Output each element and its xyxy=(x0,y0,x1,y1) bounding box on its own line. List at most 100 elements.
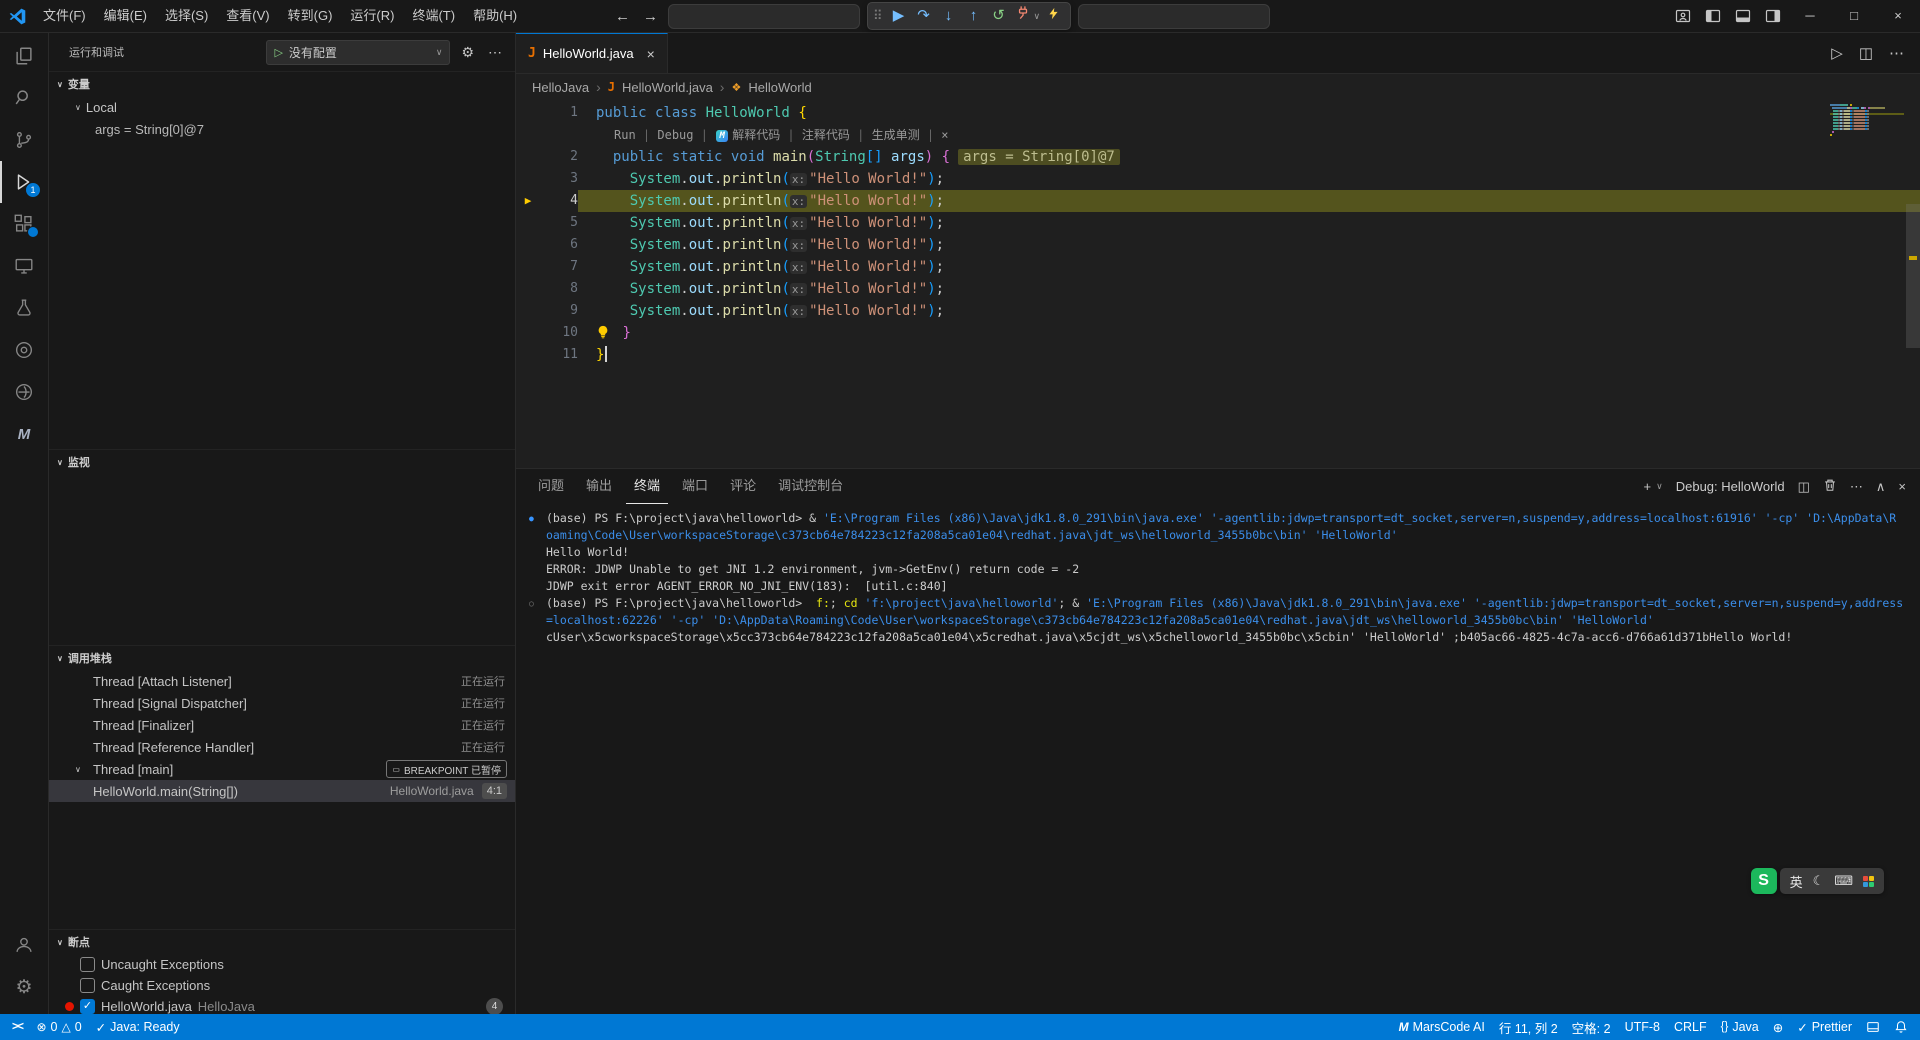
nav-forward-icon[interactable]: → xyxy=(640,8,661,25)
stack-frame[interactable]: HelloWorld.main(String[])HelloWorld.java… xyxy=(49,780,515,802)
variables-header[interactable]: ∨ 变量 xyxy=(49,71,515,96)
gutter-glyph-margin[interactable] xyxy=(516,168,540,190)
settings-gear-icon[interactable]: ⚙ xyxy=(0,966,48,1008)
breadcrumb-project[interactable]: HelloJava xyxy=(532,80,589,95)
code-text[interactable]: } xyxy=(578,344,1920,366)
code-text[interactable]: public class HelloWorld { xyxy=(578,102,1920,124)
menu-item[interactable]: 终端(T) xyxy=(403,0,464,32)
code-text[interactable]: System.out.println(x:"Hello World!"); xyxy=(578,256,1920,278)
drag-grip-icon[interactable]: ⠿ xyxy=(873,8,883,24)
breakpoint-checkbox[interactable] xyxy=(80,978,95,993)
breakpoint-row[interactable]: Uncaught Exceptions xyxy=(49,954,515,975)
breadcrumb-symbol[interactable]: HelloWorld xyxy=(748,80,811,95)
scrollbar-thumb[interactable] xyxy=(1906,204,1920,348)
split-editor-icon[interactable]: ◫ xyxy=(1859,44,1873,62)
status-cursor-position[interactable]: 行 11, 列 2 xyxy=(1492,1014,1565,1040)
ime-keyboard-icon[interactable]: ⌨ xyxy=(1834,873,1853,889)
minimap[interactable] xyxy=(1830,104,1904,137)
codelens-item[interactable]: Run xyxy=(614,128,636,142)
current-frame-arrow-icon[interactable]: ▶ xyxy=(516,190,540,212)
command-decoration-icon[interactable]: ● xyxy=(529,510,534,527)
activity-testing[interactable] xyxy=(0,287,48,329)
active-terminal-name[interactable]: Debug: HelloWorld xyxy=(1676,479,1785,494)
panel-tab[interactable]: 评论 xyxy=(722,469,764,504)
code-text[interactable]: System.out.println(x:"Hello World!"); xyxy=(578,278,1920,300)
breakpoint-checkbox[interactable] xyxy=(80,957,95,972)
panel-more-icon[interactable]: ⋯ xyxy=(1850,479,1863,495)
ime-night-mode-icon[interactable]: ☾ xyxy=(1813,873,1825,889)
code-text[interactable]: System.out.println(x:"Hello World!"); xyxy=(578,300,1920,322)
breakpoint-checkbox[interactable]: ✓ xyxy=(80,999,95,1014)
menu-item[interactable]: 转到(G) xyxy=(279,0,342,32)
terminal-profile-caret-icon[interactable]: ∨ xyxy=(1656,481,1663,492)
toggle-sidebar-icon[interactable] xyxy=(1698,0,1728,32)
nav-back-icon[interactable]: ← xyxy=(612,8,633,25)
sidebar-more-icon[interactable]: ⋯ xyxy=(485,44,505,61)
kill-terminal-icon[interactable] xyxy=(1823,478,1837,495)
close-panel-icon[interactable]: × xyxy=(1898,479,1906,494)
status-language[interactable]: {}Java xyxy=(1714,1014,1766,1040)
toggle-secondary-sidebar-icon[interactable] xyxy=(1758,0,1788,32)
gutter-glyph-margin[interactable] xyxy=(516,124,540,146)
panel-tab[interactable]: 终端 xyxy=(626,469,668,504)
split-terminal-icon[interactable]: ◫ xyxy=(1798,479,1810,495)
status-eol[interactable]: CRLF xyxy=(1667,1014,1714,1040)
activity-remote-explorer[interactable] xyxy=(0,245,48,287)
menu-item[interactable]: 编辑(E) xyxy=(95,0,156,32)
editor-scrollbar[interactable] xyxy=(1906,100,1920,468)
status-java-status[interactable]: ✓Java: Ready xyxy=(89,1014,187,1040)
profile-icon[interactable] xyxy=(1668,0,1698,32)
gutter-glyph-margin[interactable] xyxy=(516,234,540,256)
toggle-panel-icon[interactable] xyxy=(1728,0,1758,32)
panel-tab[interactable]: 端口 xyxy=(674,469,716,504)
gutter-glyph-margin[interactable] xyxy=(516,322,540,344)
debug-step-over-button[interactable]: ↷ xyxy=(912,4,936,28)
codelens-item[interactable]: 解释代码 xyxy=(732,128,780,142)
debug-restart-button[interactable]: ↺ xyxy=(987,4,1011,28)
menu-item[interactable]: 查看(V) xyxy=(217,0,278,32)
menu-item[interactable]: 文件(F) xyxy=(34,0,95,32)
gutter-glyph-margin[interactable] xyxy=(516,256,540,278)
callstack-header[interactable]: ∨ 调用堆栈 xyxy=(49,645,515,670)
codelens-item[interactable]: Debug xyxy=(657,128,693,142)
ime-language-toggle[interactable]: 英 xyxy=(1790,872,1803,891)
menu-item[interactable]: 运行(R) xyxy=(341,0,403,32)
gutter-glyph-margin[interactable] xyxy=(516,344,540,366)
maximize-button[interactable]: □ xyxy=(1832,0,1876,32)
thread-row[interactable]: Thread [Signal Dispatcher]正在运行 xyxy=(49,692,515,714)
activity-extensions[interactable] xyxy=(0,203,48,245)
terminal-content[interactable]: ●(base) PS F:\project\java\helloworld> &… xyxy=(516,504,1920,1014)
code-text[interactable]: public static void main(String[] args) {… xyxy=(578,146,1920,168)
thread-row[interactable]: Thread [Reference Handler]正在运行 xyxy=(49,736,515,758)
variable-item[interactable]: args = String[0]@7 xyxy=(49,118,515,140)
gutter-glyph-margin[interactable] xyxy=(516,300,540,322)
thread-row[interactable]: Thread [Attach Listener]正在运行 xyxy=(49,670,515,692)
maximize-panel-icon[interactable]: ∧ xyxy=(1876,479,1886,495)
thread-row[interactable]: ∨Thread [main]▭BREAKPOINT 已暂停 xyxy=(49,758,515,780)
tab-helloworld-java[interactable]: J HelloWorld.java × xyxy=(516,33,668,73)
status-notifications[interactable] xyxy=(1887,1014,1915,1040)
gutter-glyph-margin[interactable] xyxy=(516,102,540,124)
status-marscode[interactable]: MMarsCode AI xyxy=(1392,1014,1492,1040)
debug-step-into-button[interactable]: ↓ xyxy=(937,4,961,28)
code-text[interactable]: System.out.println(x:"Hello World!"); xyxy=(578,234,1920,256)
new-terminal-button[interactable]: + xyxy=(1644,479,1652,494)
status-remote[interactable]: >< xyxy=(5,1014,29,1040)
status-encoding[interactable]: UTF-8 xyxy=(1618,1014,1667,1040)
close-window-button[interactable]: × xyxy=(1876,0,1920,32)
breadcrumb-file[interactable]: HelloWorld.java xyxy=(622,80,713,95)
thread-row[interactable]: Thread [Finalizer]正在运行 xyxy=(49,714,515,736)
command-center-box-right[interactable] xyxy=(1078,4,1270,29)
editor-more-icon[interactable]: ⋯ xyxy=(1889,44,1904,62)
panel-tab[interactable]: 输出 xyxy=(578,469,620,504)
watch-header[interactable]: ∨ 监视 xyxy=(49,449,515,474)
ime-toolbox-icon[interactable] xyxy=(1863,876,1874,887)
gutter-glyph-margin[interactable] xyxy=(516,212,540,234)
activity-explorer[interactable] xyxy=(0,35,48,77)
activity-extension-b[interactable] xyxy=(0,371,48,413)
lightbulb-icon[interactable] xyxy=(596,324,611,346)
codelens-item[interactable]: × xyxy=(941,128,948,142)
code-text[interactable]: System.out.println(x:"Hello World!"); xyxy=(578,190,1920,212)
debug-settings-gear-icon[interactable]: ⚙ xyxy=(458,44,477,61)
run-file-button[interactable]: ▷ xyxy=(1831,44,1843,62)
